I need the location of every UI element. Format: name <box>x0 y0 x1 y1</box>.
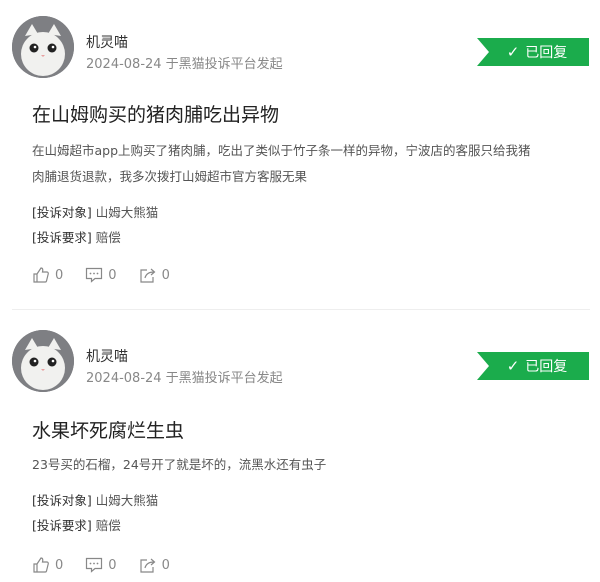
cat-avatar-icon <box>12 330 74 392</box>
comment-icon <box>86 557 103 573</box>
username[interactable]: 机灵喵 <box>86 346 128 366</box>
description-line: 23号买的石榴，24号开了就是坏的，流黑水还有虫子 <box>32 457 327 472</box>
thumbs-up-icon <box>33 557 49 573</box>
description-line: 在山姆超市app上购买了猪肉脯，吃出了类似于竹子条一样的异物，宁波店的客服只给我… <box>32 143 531 158</box>
thumbs-up-icon <box>33 267 49 283</box>
share-count: 0 <box>161 557 170 573</box>
divider <box>12 309 590 310</box>
comment-count: 0 <box>108 557 117 573</box>
share-icon <box>139 558 155 573</box>
complaint-title[interactable]: 水果坏死腐烂生虫 <box>32 416 184 443</box>
avatar[interactable] <box>12 16 74 78</box>
target-value[interactable]: 山姆大熊猫 <box>96 205 159 220</box>
complaint-target: [投诉对象] 山姆大熊猫 <box>32 490 158 509</box>
share-count: 0 <box>161 267 170 283</box>
comment-button[interactable]: 0 <box>85 556 117 574</box>
comment-icon <box>86 267 103 283</box>
target-key: [投诉对象] <box>32 493 92 508</box>
status-label: 已回复 <box>525 45 568 61</box>
comment-count: 0 <box>108 267 117 283</box>
check-icon: ✓ <box>506 43 520 61</box>
action-bar: 0 0 0 <box>32 556 192 574</box>
username[interactable]: 机灵喵 <box>86 32 128 52</box>
complaint-title[interactable]: 在山姆购买的猪肉脯吃出异物 <box>32 100 279 127</box>
demand-value: 赔偿 <box>95 230 121 245</box>
share-button[interactable]: 0 <box>139 266 170 284</box>
demand-key: [投诉要求] <box>32 518 92 533</box>
description-line: 肉脯退货退款，我多次拨打山姆超市官方客服无果 <box>32 169 308 184</box>
target-key: [投诉对象] <box>32 205 92 220</box>
demand-key: [投诉要求] <box>32 230 92 245</box>
complaint-demand: [投诉要求] 赔偿 <box>32 227 121 246</box>
action-bar: 0 0 0 <box>32 266 192 284</box>
share-button[interactable]: 0 <box>139 556 170 574</box>
complaint-target: [投诉对象] 山姆大熊猫 <box>32 202 158 221</box>
post-meta: 2024-08-24 于黑猫投诉平台发起 <box>86 371 283 386</box>
like-count: 0 <box>55 557 64 573</box>
status-badge: ✓ 已回复 <box>477 38 589 66</box>
like-button[interactable]: 0 <box>32 266 63 284</box>
status-badge: ✓ 已回复 <box>477 352 589 380</box>
complaint-demand: [投诉要求] 赔偿 <box>32 515 121 534</box>
status-label: 已回复 <box>525 359 568 375</box>
target-value[interactable]: 山姆大熊猫 <box>96 493 159 508</box>
check-icon: ✓ <box>506 357 520 375</box>
comment-button[interactable]: 0 <box>85 266 117 284</box>
share-icon <box>139 268 155 283</box>
post-meta: 2024-08-24 于黑猫投诉平台发起 <box>86 57 283 72</box>
demand-value: 赔偿 <box>95 518 121 533</box>
complaint-description: 在山姆超市app上购买了猪肉脯，吃出了类似于竹子条一样的异物，宁波店的客服只给我… <box>32 138 580 190</box>
cat-avatar-icon <box>12 16 74 78</box>
like-button[interactable]: 0 <box>32 556 63 574</box>
avatar[interactable] <box>12 330 74 392</box>
like-count: 0 <box>55 267 64 283</box>
complaint-description: 23号买的石榴，24号开了就是坏的，流黑水还有虫子 <box>32 452 580 478</box>
